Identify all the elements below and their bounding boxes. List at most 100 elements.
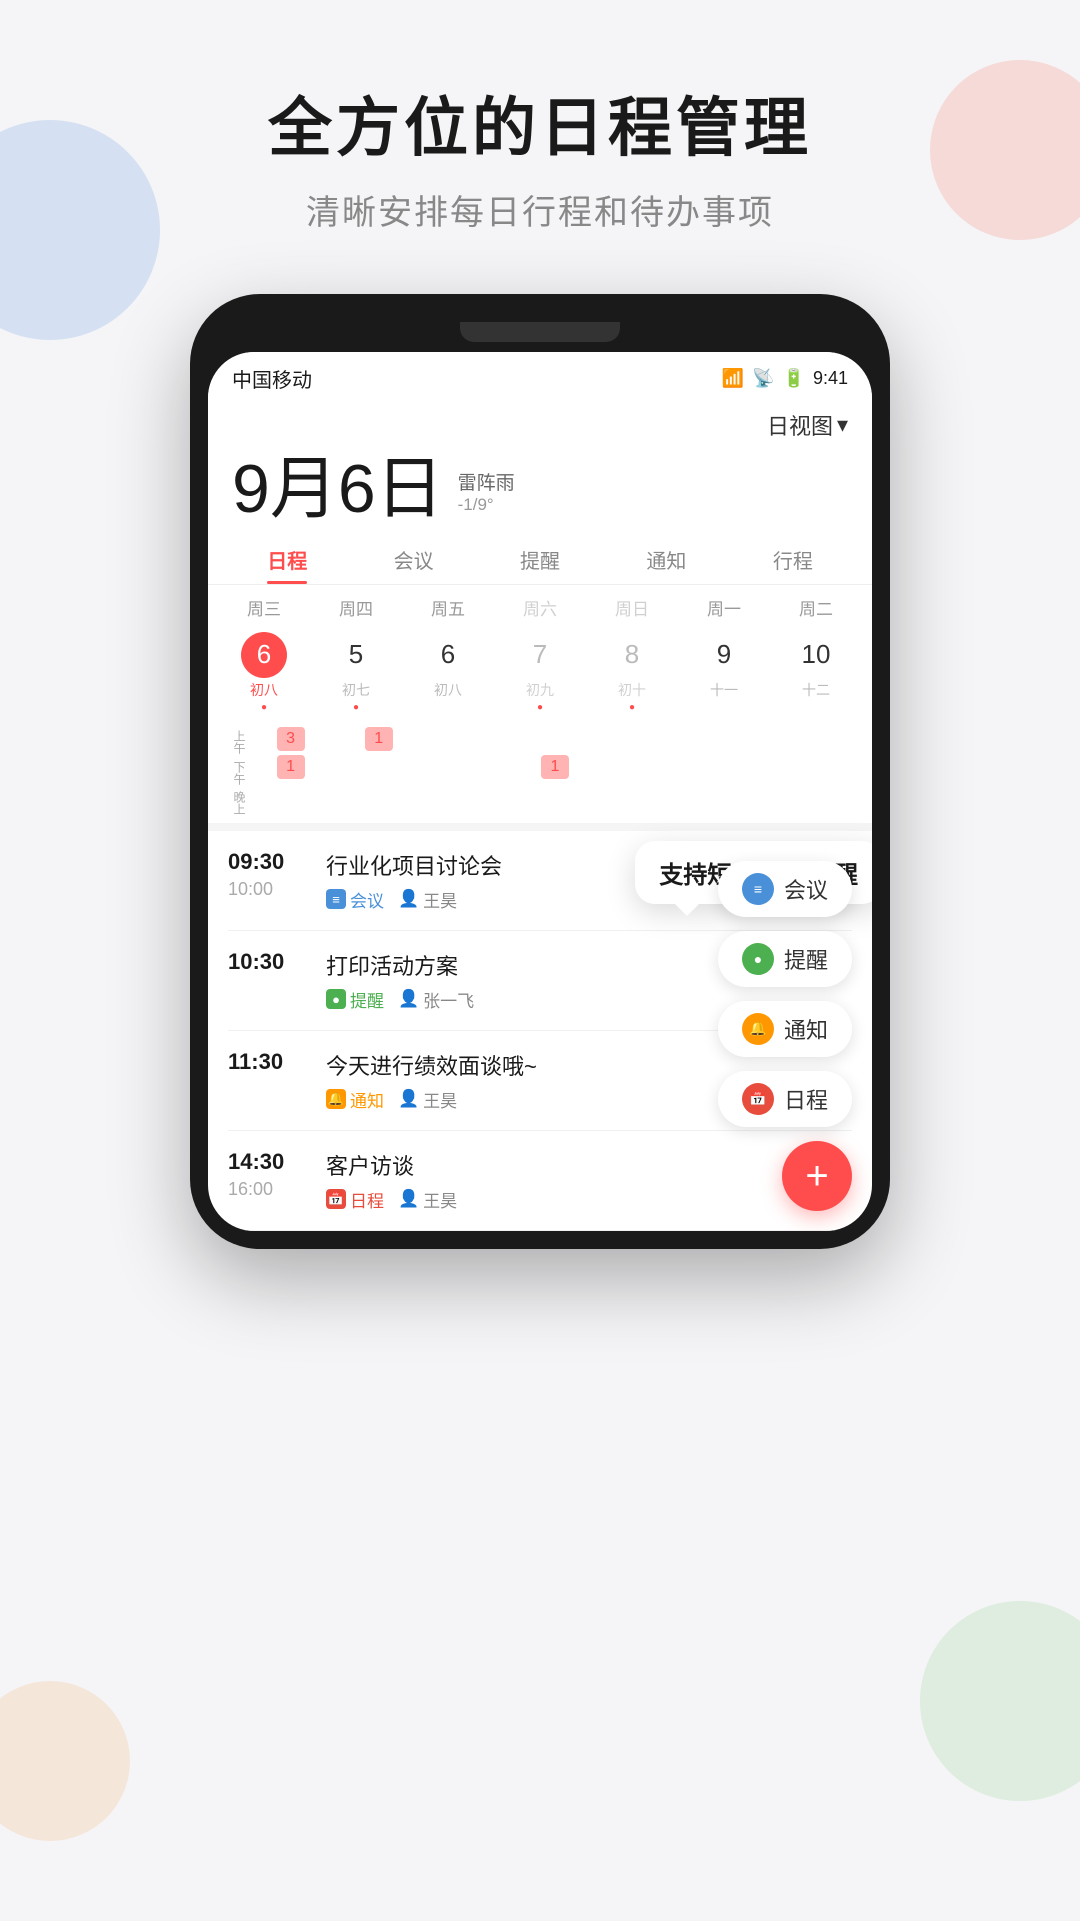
event-time-col-1: 09:30 10:00 — [228, 849, 308, 900]
event-start-2: 10:30 — [228, 949, 308, 975]
fab-option-notification[interactable]: 🔔 通知 — [718, 1001, 852, 1057]
event-person-3: 👤 王昊 — [398, 1087, 457, 1112]
fab-schedule-label: 日程 — [784, 1083, 828, 1115]
fab-plus-icon: + — [805, 1156, 828, 1196]
event-badge-1-thu: 1 — [365, 727, 393, 751]
tab-bar: 日程 会议 提醒 通知 行程 — [208, 533, 872, 585]
meeting-icon: ≡ — [754, 881, 762, 897]
date-cell-thu[interactable]: 5 初七 ● — [310, 628, 402, 717]
weather-info: 雷阵雨 -1/9° — [458, 468, 515, 523]
lunar-sat: 初九 — [526, 680, 554, 700]
date-num-6: 6 — [425, 632, 471, 678]
wifi-icon: 📶 — [722, 368, 744, 389]
date-num-9: 9 — [701, 632, 747, 678]
fab-area: ≡ 会议 ● 提醒 🔔 通知 — [718, 861, 852, 1211]
date-cell-wed[interactable]: 6 初八 ● — [218, 628, 310, 717]
tab-schedule[interactable]: 日程 — [224, 533, 350, 584]
date-cell-sun[interactable]: 8 初十 ● — [586, 628, 678, 717]
person-name-2: 张一飞 — [423, 987, 474, 1012]
week-day-sat: 周六 — [494, 595, 586, 620]
event-type-label-4: 日程 — [350, 1187, 384, 1212]
notification-icon-circle: 🔔 — [742, 1013, 774, 1045]
event-col-wed-r2: 1 — [248, 755, 333, 779]
event-time-col-3: 11:30 — [228, 1049, 308, 1075]
date-cell-fri[interactable]: 6 初八 ● — [402, 628, 494, 717]
fab-option-schedule[interactable]: 📅 日程 — [718, 1071, 852, 1127]
event-person-1: 👤 王昊 — [398, 887, 457, 912]
event-type-label-2: 提醒 — [350, 987, 384, 1012]
reminder-type-icon: ● — [326, 989, 346, 1009]
pm-label: 下午 — [218, 761, 248, 785]
bg-circle-green — [920, 1601, 1080, 1801]
week-header: 周三 周四 周五 周六 周日 周一 周二 — [218, 595, 862, 620]
status-icons: 📶 📡 🔋 9:41 — [722, 368, 848, 389]
date-display: 9月6日 — [232, 455, 444, 523]
top-bar: 日视图 ▾ — [208, 401, 872, 445]
person-name-1: 王昊 — [423, 887, 457, 912]
event-col-sat-r2: 1 — [512, 755, 597, 779]
phone-screen: 中国移动 📶 📡 🔋 9:41 日视图 ▾ 9月6日 雷阵雨 — [208, 352, 872, 1231]
date-cell-sat[interactable]: 7 初九 ● — [494, 628, 586, 717]
person-name-4: 王昊 — [423, 1187, 457, 1212]
lunar-mon: 十一 — [710, 680, 738, 700]
lunar-thu: 初七 — [342, 680, 370, 700]
event-row-2: 1 1 — [248, 755, 862, 779]
signal-icon: 📡 — [752, 368, 774, 389]
date-num-5: 5 — [333, 632, 379, 678]
event-type-1: ≡ 会议 — [326, 887, 384, 912]
date-cell-tue[interactable]: 10 十二 ● — [770, 628, 862, 717]
chevron-down-icon: ▾ — [837, 412, 848, 438]
phone-notch — [460, 322, 620, 342]
week-day-wed: 周三 — [218, 595, 310, 620]
reminder-icon: ● — [754, 951, 762, 967]
event-type-4: 📅 日程 — [326, 1187, 384, 1212]
week-dates: 6 初八 ● 5 初七 ● 6 初八 ● — [218, 628, 862, 717]
schedule-icon: 📅 — [749, 1090, 766, 1107]
lunar-fri: 初八 — [434, 680, 462, 700]
date-header: 9月6日 雷阵雨 -1/9° — [208, 445, 872, 527]
event-type-3: 🔔 通知 — [326, 1087, 384, 1112]
date-num-8: 8 — [609, 632, 655, 678]
sub-title: 清晰安排每日行程和待办事项 — [0, 185, 1080, 234]
fab-main-button[interactable]: + — [782, 1141, 852, 1211]
event-end-4: 16:00 — [228, 1179, 308, 1200]
view-selector[interactable]: 日视图 ▾ — [767, 409, 848, 441]
tab-itinerary[interactable]: 行程 — [730, 533, 856, 584]
week-day-mon: 周一 — [678, 595, 770, 620]
person-icon-1: 👤 — [398, 889, 419, 909]
date-num-6-active: 6 — [241, 632, 287, 678]
event-start-1: 09:30 — [228, 849, 308, 875]
fab-option-reminder[interactable]: ● 提醒 — [718, 931, 852, 987]
event-col-wed-r1: 3 — [248, 727, 333, 751]
view-selector-label: 日视图 — [767, 409, 833, 441]
event-badge-3: 3 — [277, 727, 305, 751]
fab-meeting-label: 会议 — [784, 873, 828, 905]
week-day-sun: 周日 — [586, 595, 678, 620]
fab-notification-label: 通知 — [784, 1013, 828, 1045]
event-person-2: 👤 张一飞 — [398, 987, 474, 1012]
notification-icon: 🔔 — [749, 1020, 766, 1037]
tab-notification[interactable]: 通知 — [603, 533, 729, 584]
week-calendar: 周三 周四 周五 周六 周日 周一 周二 6 初八 ● — [208, 585, 872, 723]
am-label: 上午 — [218, 730, 248, 754]
event-badge-1-sat: 1 — [541, 755, 569, 779]
date-cell-mon[interactable]: 9 十一 ● — [678, 628, 770, 717]
person-icon-2: 👤 — [398, 989, 419, 1009]
section-divider — [208, 823, 872, 831]
phone-notch-area — [208, 312, 872, 352]
event-start-3: 11:30 — [228, 1049, 308, 1075]
phone-frame: 中国移动 📶 📡 🔋 9:41 日视图 ▾ 9月6日 雷阵雨 — [190, 294, 890, 1249]
event-section-wrapper: 支持短信/电话提醒 ≡ 会议 ● 提醒 — [208, 831, 872, 1231]
event-badge-1-wed: 1 — [277, 755, 305, 779]
tab-meeting[interactable]: 会议 — [350, 533, 476, 584]
battery-icon: 🔋 — [783, 368, 805, 389]
event-start-4: 14:30 — [228, 1149, 308, 1175]
event-end-1: 10:00 — [228, 879, 308, 900]
tab-reminder[interactable]: 提醒 — [477, 533, 603, 584]
temp-text: -1/9° — [458, 495, 515, 515]
evening-label: 晚上 — [218, 791, 248, 815]
fab-option-meeting[interactable]: ≡ 会议 — [718, 861, 852, 917]
person-icon-3: 👤 — [398, 1089, 419, 1109]
event-grid-wrapper: 上午 下午 晚上 3 1 — [208, 723, 872, 823]
status-bar: 中国移动 📶 📡 🔋 9:41 — [208, 352, 872, 401]
